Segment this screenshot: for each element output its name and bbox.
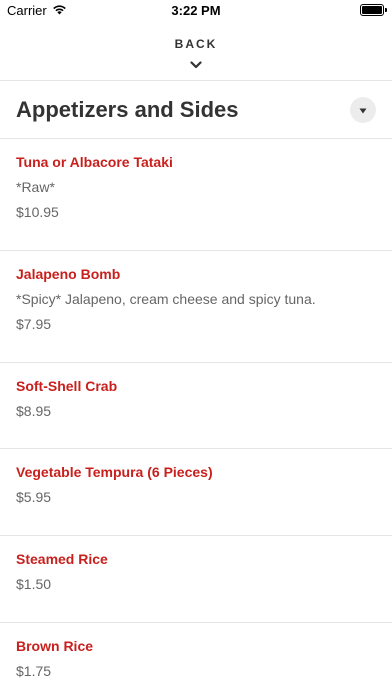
menu-item[interactable]: Brown Rice $1.75 <box>0 623 392 696</box>
menu-item[interactable]: Soft-Shell Crab $8.95 <box>0 363 392 449</box>
chevron-down-icon <box>190 56 202 74</box>
back-button[interactable]: BACK <box>0 22 392 81</box>
menu-item-name: Vegetable Tempura (6 Pieces) <box>16 464 213 480</box>
menu-item-price: $1.50 <box>16 576 52 592</box>
menu-item-description: *Raw* <box>16 179 55 195</box>
status-time: 3:22 PM <box>171 3 221 18</box>
menu-item[interactable]: Tuna or Albacore Tataki *Raw* $10.95 <box>0 139 392 251</box>
caret-down-icon <box>359 101 367 119</box>
menu-item[interactable]: Vegetable Tempura (6 Pieces) $5.95 <box>0 449 392 536</box>
section-dropdown-button[interactable] <box>350 96 376 123</box>
menu-item-name: Soft-Shell Crab <box>16 378 118 394</box>
menu-item-description: *Spicy* Jalapeno, cream cheese and spicy… <box>16 291 316 307</box>
section-header: Appetizers and Sides <box>0 81 392 139</box>
menu-item-name: Tuna or Albacore Tataki <box>16 154 173 170</box>
menu-item-name: Jalapeno Bomb <box>16 266 121 282</box>
battery-icon <box>360 4 387 16</box>
menu-item-price: $8.95 <box>16 403 52 419</box>
menu-item-list: Tuna or Albacore Tataki *Raw* $10.95 Jal… <box>0 139 392 696</box>
menu-item-price: $10.95 <box>16 204 59 220</box>
menu-item-name: Brown Rice <box>16 638 94 654</box>
battery-fill <box>362 6 382 14</box>
menu-item-name: Steamed Rice <box>16 551 108 567</box>
menu-item[interactable]: Jalapeno Bomb *Spicy* Jalapeno, cream ch… <box>0 251 392 363</box>
section-title: Appetizers and Sides <box>16 96 239 122</box>
status-bar: Carrier 3:22 PM <box>0 0 392 22</box>
back-label: BACK <box>174 37 218 51</box>
menu-item[interactable]: Steamed Rice $1.50 <box>0 536 392 623</box>
menu-item-price: $1.75 <box>16 663 52 679</box>
menu-item-price: $5.95 <box>16 489 52 505</box>
menu-item-price: $7.95 <box>16 316 52 332</box>
